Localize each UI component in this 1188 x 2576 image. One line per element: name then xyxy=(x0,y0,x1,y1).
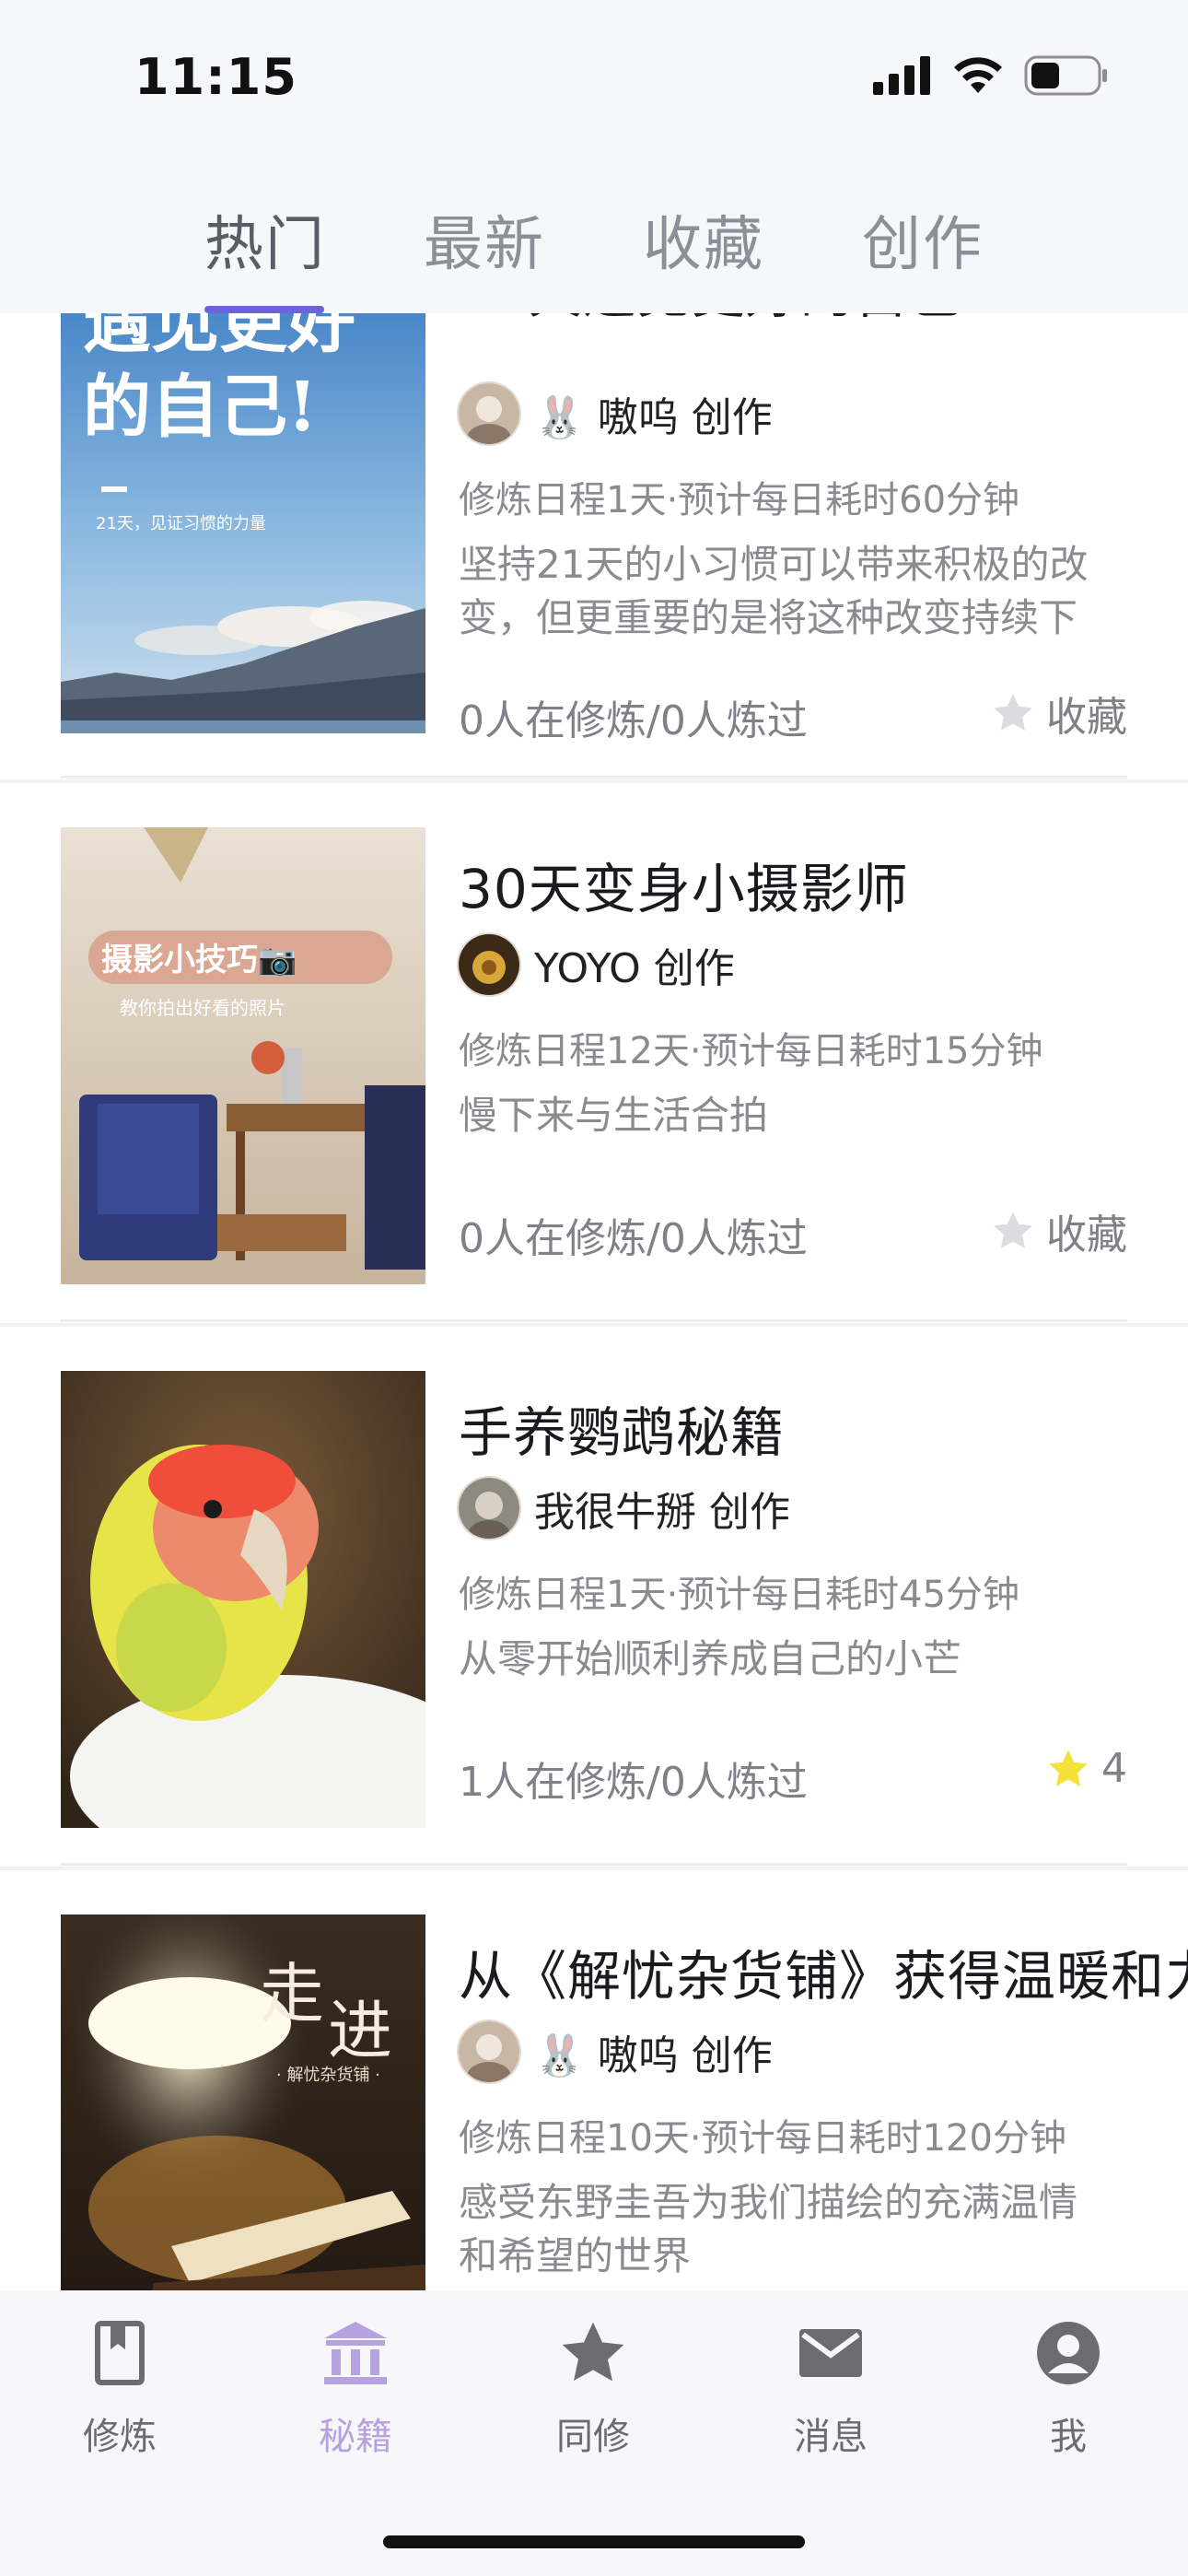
author-name: 🐰 嗷呜 创作 xyxy=(534,2032,773,2079)
signal-icon xyxy=(873,56,930,95)
nav-label: 修炼 xyxy=(83,2416,157,2458)
nav-label: 我 xyxy=(1050,2416,1087,2458)
author-row[interactable]: 🐰 嗷呜 创作 xyxy=(457,2020,773,2084)
book-description: 感受东野圭吾为我们描绘的充满温情和希望的世界 xyxy=(459,2180,1078,2278)
book-icon xyxy=(95,2321,145,2385)
tab-created[interactable]: 创作 xyxy=(862,197,984,282)
book-meta: 修炼日程1天·预计每日耗时60分钟 xyxy=(459,479,1020,521)
active-tab-indicator xyxy=(204,306,324,313)
book-stats: 0人在修炼/0人炼过 xyxy=(459,697,808,744)
avatar[interactable] xyxy=(457,1476,521,1540)
star-outline-icon xyxy=(994,694,1032,731)
favorite-count[interactable]: 4 xyxy=(1044,1745,1127,1792)
nav-label: 秘籍 xyxy=(319,2416,392,2458)
home-indicator[interactable] xyxy=(383,2535,805,2548)
wifi-icon xyxy=(954,57,1002,93)
nav-secret-books[interactable]: 秘籍 xyxy=(282,2316,429,2460)
bottom-navigation: 修炼 秘籍 同修 消息 我 xyxy=(0,2290,1188,2576)
user-icon xyxy=(1037,2322,1100,2384)
nav-messages[interactable]: 消息 xyxy=(757,2316,904,2460)
secret-book-feed[interactable]: 遇见更好的自己! 21天，见证习惯的力量 21天遇见更好的自己 🐰 嗷呜 创作 … xyxy=(0,0,1188,2576)
section-gap xyxy=(0,1323,1188,1327)
card-divider xyxy=(61,776,1127,779)
author-name: 🐰 嗷呜 创作 xyxy=(534,394,773,441)
status-icons xyxy=(873,55,1109,96)
library-icon xyxy=(324,2322,387,2384)
book-meta: 修炼日程12天·预计每日耗时15分钟 xyxy=(459,1030,1043,1072)
author-row[interactable]: 🐰 嗷呜 创作 xyxy=(457,381,773,446)
author-row[interactable]: 我很牛掰 创作 xyxy=(457,1476,790,1540)
cover-dash xyxy=(101,486,127,492)
book-title[interactable]: 从《解忧杂货铺》获得温暖和力量 xyxy=(459,1933,1188,2010)
cover-subtitle: · 解忧杂货铺 · xyxy=(276,2066,380,2085)
cover-title: 摄影小技巧📷 xyxy=(101,942,297,978)
nav-label: 同修 xyxy=(556,2416,630,2458)
book-description: 从零开始顺利养成自己的小芒 xyxy=(459,1636,962,1681)
book-meta: 修炼日程1天·预计每日耗时45分钟 xyxy=(459,1574,1020,1616)
section-gap xyxy=(0,779,1188,783)
book-title[interactable]: 手养鹦鹉秘籍 xyxy=(459,1389,1188,1467)
favorite-label: 收藏 xyxy=(1046,694,1127,741)
book-title[interactable]: 30天变身小摄影师 xyxy=(459,846,1188,923)
book-card[interactable]: 手养鹦鹉秘籍 我很牛掰 创作 修炼日程1天·预计每日耗时45分钟 从零开始顺利养… xyxy=(0,1371,1188,1914)
star-filled-icon xyxy=(1049,1749,1088,1786)
mail-icon xyxy=(799,2329,862,2377)
book-card[interactable]: 摄影小技巧📷 教你拍出好看的照片 30天变身小摄影师 YOYO 创作 修炼日程1… xyxy=(0,827,1188,1371)
cover-subtitle: 21天，见证习惯的力量 xyxy=(96,514,266,533)
favorite-label: 收藏 xyxy=(1046,1212,1127,1259)
nav-me[interactable]: 我 xyxy=(995,2316,1142,2460)
book-stats: 0人在修炼/0人炼过 xyxy=(459,1215,808,1262)
avatar[interactable] xyxy=(457,381,521,446)
section-gap xyxy=(0,1867,1188,1870)
nav-label: 消息 xyxy=(794,2416,868,2458)
book-stats: 1人在修炼/0人炼过 xyxy=(459,1759,808,1806)
cover-title-2: 进 xyxy=(328,1993,392,2068)
card-divider xyxy=(61,1319,1127,1322)
avatar[interactable] xyxy=(457,932,521,997)
tab-hot[interactable]: 热门 xyxy=(204,197,326,282)
tab-favorites[interactable]: 收藏 xyxy=(643,197,764,282)
status-time: 11:15 xyxy=(134,48,297,106)
top-header: 11:15 热门 最新 收藏 创作 xyxy=(0,0,1188,313)
author-name: 我很牛掰 创作 xyxy=(534,1489,790,1536)
star-outline-icon xyxy=(994,1212,1032,1248)
book-card[interactable]: 遇见更好的自己! 21天，见证习惯的力量 21天遇见更好的自己 🐰 嗷呜 创作 … xyxy=(0,263,1188,820)
book-cover[interactable] xyxy=(61,827,425,1284)
favorite-button[interactable]: 收藏 xyxy=(989,684,1127,743)
nav-fellows[interactable]: 同修 xyxy=(519,2316,667,2460)
cover-subtitle: 教你拍出好看的照片 xyxy=(120,997,285,1019)
book-cover[interactable] xyxy=(61,1371,425,1828)
book-meta: 修炼日程10天·预计每日耗时120分钟 xyxy=(459,2117,1066,2160)
favorite-count-label: 4 xyxy=(1101,1745,1127,1792)
nav-practice[interactable]: 修炼 xyxy=(46,2316,193,2460)
cover-title-1: 走 xyxy=(260,1956,324,2032)
favorite-button[interactable]: 收藏 xyxy=(989,1201,1127,1260)
avatar[interactable] xyxy=(457,2020,521,2084)
book-description: 慢下来与生活合拍 xyxy=(459,1093,769,1138)
category-tabs: 热门 最新 收藏 创作 xyxy=(0,197,1188,280)
battery-icon xyxy=(1024,55,1107,96)
book-description: 坚持21天的小习惯可以带来积极的改变，但更重要的是将这种改变持续下去，让它成为你… xyxy=(459,542,1089,640)
star-icon xyxy=(562,2322,624,2382)
author-name: YOYO 创作 xyxy=(534,945,735,992)
card-divider xyxy=(61,1863,1127,1866)
tab-latest[interactable]: 最新 xyxy=(424,197,545,282)
author-row[interactable]: YOYO 创作 xyxy=(457,932,735,997)
